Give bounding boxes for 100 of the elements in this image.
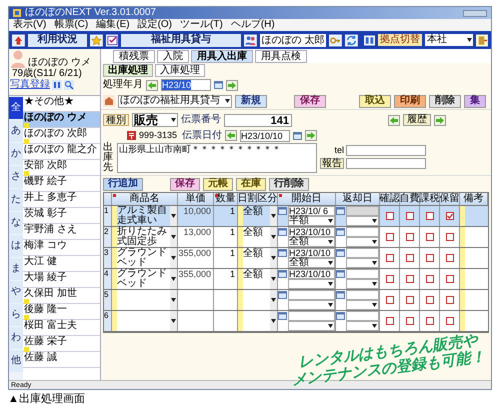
index-tab[interactable]: ら: [9, 304, 23, 326]
column-header: 保留: [440, 193, 460, 205]
client-list-item[interactable]: 久保田 加世: [23, 288, 100, 304]
start-date-field[interactable]: H23/10/10: [288, 227, 335, 237]
table-row[interactable]: 6: [104, 311, 488, 332]
client-list-item[interactable]: 安部 次郎: [23, 160, 100, 176]
period-field[interactable]: H23/10: [161, 79, 211, 91]
stock-button[interactable]: 在庫: [236, 178, 266, 190]
history-button[interactable]: 履歴: [403, 114, 431, 126]
menu-item[interactable]: 編集(E): [96, 20, 130, 30]
start-date-field[interactable]: H23/10/10: [288, 248, 335, 258]
delete-button[interactable]: 行削除: [269, 178, 309, 190]
tab[interactable]: 用具点検: [255, 50, 307, 63]
index-tab[interactable]: 全: [9, 97, 23, 119]
client-list-item[interactable]: 後藤 隆一: [23, 304, 100, 320]
start-mode-dropdown[interactable]: 全額: [288, 237, 335, 247]
menu-item[interactable]: ツール(T): [180, 20, 223, 30]
column-header: 日割区分: [238, 193, 278, 205]
client-list-item[interactable]: 大場 綾子: [23, 272, 100, 288]
type-label: 種別: [103, 114, 129, 126]
index-tab[interactable]: さ: [9, 166, 23, 188]
branch-label: 拠点切替: [378, 34, 422, 46]
client-list-item[interactable]: 磯野 絵子: [23, 176, 100, 192]
client-list-item[interactable]: ほのぼの 龍之介: [23, 144, 100, 160]
slip-date-field[interactable]: H23/10/10: [240, 130, 290, 142]
menu-item[interactable]: 表示(V): [13, 20, 46, 30]
table-row[interactable]: 3 グラウンドベッド 355,000 1 全額 H23/10/10 全額: [104, 248, 488, 269]
client-list-item[interactable]: 佐藤 栄子: [23, 336, 100, 352]
column-header: 単価: [178, 193, 214, 205]
report-button[interactable]: 報告: [320, 158, 344, 169]
address-field[interactable]: 山形県上山市南町＊＊＊＊＊＊＊＊＊＊: [117, 143, 317, 173]
quantity-cell: 1: [214, 227, 238, 247]
row-number: 4: [104, 269, 112, 289]
column-header: 開始日: [278, 193, 336, 205]
menu-item[interactable]: 設定(O): [138, 20, 172, 30]
quantity-cell: 1: [214, 248, 238, 268]
index-tab[interactable]: ま: [9, 258, 23, 280]
quantity-cell: 1: [214, 206, 238, 226]
add-row-button[interactable]: 行追加: [103, 178, 143, 190]
save-button[interactable]: 保存: [170, 178, 200, 190]
index-tab[interactable]: 他: [9, 350, 23, 372]
service-button[interactable]: 福祉用具貸与: [121, 34, 241, 46]
table-row[interactable]: 1 アルミ製自走式車い 10,000 1 全額 H23/10/ 6 半額: [104, 206, 488, 227]
table-row[interactable]: 5: [104, 290, 488, 311]
menu-item[interactable]: 帳票(C): [54, 20, 88, 30]
column-header: 確認: [380, 193, 400, 205]
usage-status-button[interactable]: 利用状況: [28, 34, 87, 46]
ledger-button[interactable]: 元帳: [203, 178, 233, 190]
slip-number-field[interactable]: 141: [224, 114, 292, 126]
price-cell: 13,000: [178, 227, 214, 247]
start-mode-dropdown[interactable]: 全額: [288, 258, 335, 268]
save-button[interactable]: 保存: [294, 94, 326, 108]
start-mode-dropdown[interactable]: 半額: [288, 216, 335, 226]
tab[interactable]: 入院: [157, 50, 189, 63]
table-row[interactable]: 2 折りたたみ式固定歩 13,000 1 全額 H23/10/10 全額: [104, 227, 488, 248]
client-list-item[interactable]: 宇野浦 さえ: [23, 224, 100, 240]
period-label: 処理年月: [103, 80, 143, 90]
price-cell: 355,000: [178, 269, 214, 289]
start-date-field[interactable]: H23/10/10: [288, 269, 335, 279]
column-header: 備考: [460, 193, 488, 205]
index-tab[interactable]: か: [9, 143, 23, 165]
branch-dropdown[interactable]: 本社: [425, 34, 474, 46]
client-list-item[interactable]: ★その他★: [23, 96, 100, 112]
client-list-item[interactable]: 桜田 富士夫: [23, 320, 100, 336]
photo-link[interactable]: 写真登録: [10, 80, 50, 90]
client-list-item[interactable]: ほのぼの 次郎: [23, 128, 100, 144]
office-dropdown[interactable]: ほのぼの福祉用具貸与: [118, 94, 232, 108]
client-list-item[interactable]: ほのぼの ウメ: [23, 112, 100, 128]
table-row[interactable]: 4 グラウンドベッド 355,000 1 全額 H23/10/10: [104, 269, 488, 290]
user-name: ほのぼの 太郎: [260, 34, 326, 46]
client-list-item[interactable]: 大江 健: [23, 256, 100, 272]
slip-number-label: 伝票番号: [181, 115, 221, 125]
destination-label: 出庫先: [103, 143, 114, 173]
index-tab[interactable]: た: [9, 189, 23, 211]
index-tab[interactable]: な: [9, 212, 23, 234]
total-button[interactable]: 集: [464, 94, 486, 108]
subtab[interactable]: 入庫処理: [155, 64, 205, 77]
client-list-item[interactable]: 梅津 コウ: [23, 240, 100, 256]
import-button[interactable]: 取込: [359, 94, 391, 108]
delete-button[interactable]: 削除: [429, 94, 461, 108]
client-list-item[interactable]: 佐藤 誠: [23, 352, 100, 368]
start-date-field[interactable]: H23/10/ 6: [288, 206, 335, 216]
price-cell: 355,000: [178, 248, 214, 268]
slip-date-label: 伝票日付: [182, 130, 222, 140]
client-list-item[interactable]: 井上 多恵子: [23, 192, 100, 208]
new-button[interactable]: 新規: [235, 94, 267, 108]
print-button[interactable]: 印刷: [394, 94, 426, 108]
client-list-item[interactable]: 茨城 彰子: [23, 208, 100, 224]
tab[interactable]: 積残票: [113, 50, 155, 63]
index-tab[interactable]: わ: [9, 327, 23, 349]
menu-item[interactable]: ヘルプ(H): [230, 20, 275, 30]
zip-field[interactable]: 999-3135: [139, 131, 179, 140]
index-tab[interactable]: や: [9, 281, 23, 303]
column-header: 返却日: [336, 193, 380, 205]
type-dropdown[interactable]: 販売: [132, 113, 178, 127]
price-cell: 10,000: [178, 206, 214, 226]
tab[interactable]: 用具入出庫: [191, 50, 253, 63]
index-tab[interactable]: は: [9, 235, 23, 257]
subtab[interactable]: 出庫処理: [103, 64, 153, 77]
index-tab[interactable]: あ: [9, 120, 23, 142]
